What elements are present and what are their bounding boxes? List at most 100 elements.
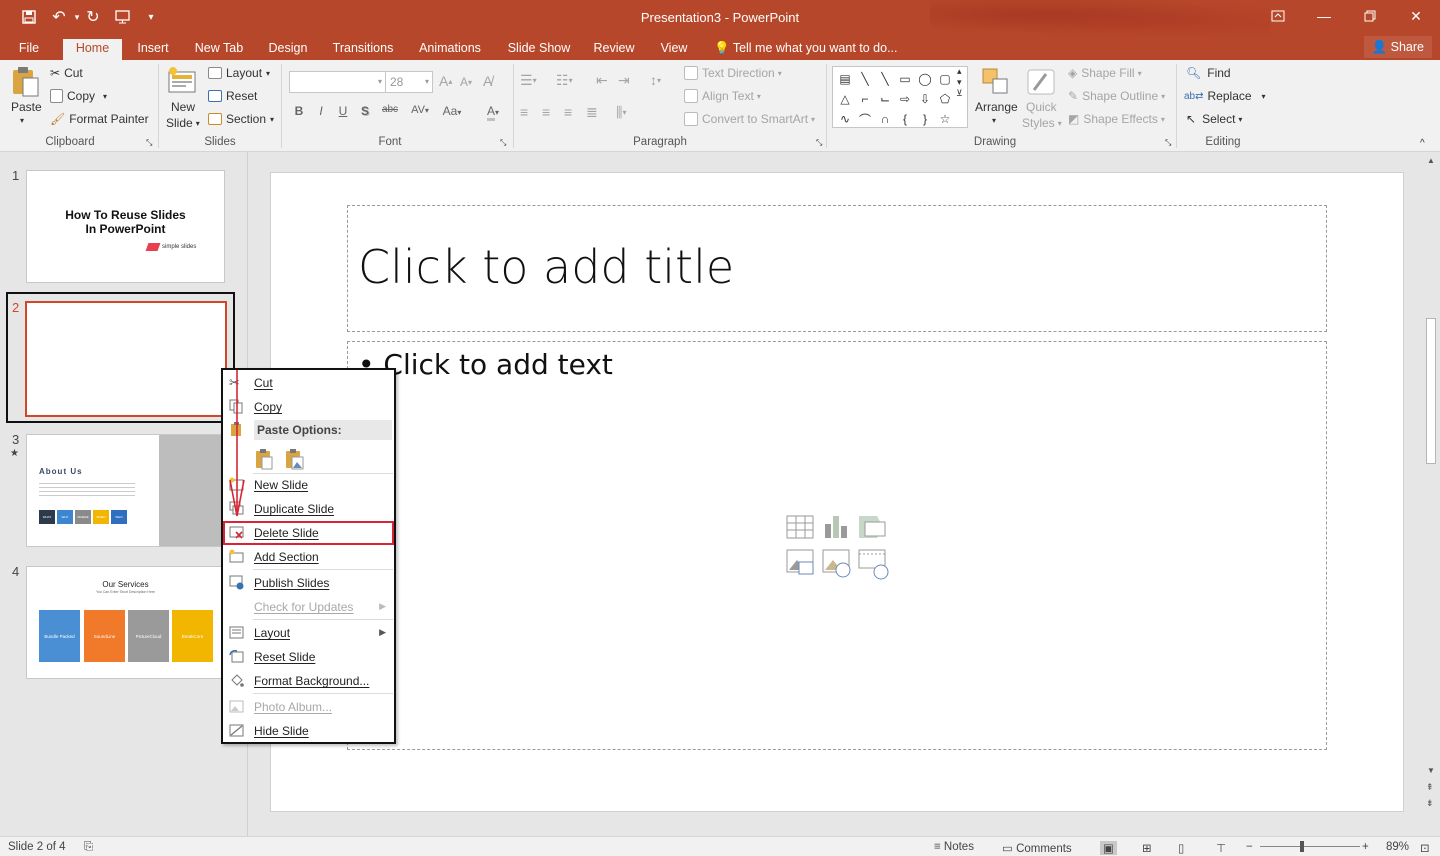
font-name-combo[interactable]: ▾: [289, 71, 386, 93]
font-color-button[interactable]: A▾: [480, 104, 506, 121]
tab-transitions[interactable]: Transitions: [328, 39, 398, 60]
arrange-button[interactable]: Arrange: [975, 100, 1018, 114]
freeform-shape-icon[interactable]: ∩: [875, 109, 895, 129]
restore-icon[interactable]: [1350, 5, 1390, 27]
normal-view-icon[interactable]: ▣: [1100, 841, 1117, 855]
insert-video-icon[interactable]: [858, 549, 889, 580]
scroll-down-icon[interactable]: ▼: [1427, 766, 1435, 775]
tab-new-tab[interactable]: New Tab: [190, 39, 248, 60]
font-launcher-icon[interactable]: ⤡: [500, 138, 506, 148]
menu-item-cut[interactable]: ✂ Cut: [223, 371, 394, 395]
brace-close-shape-icon[interactable]: }: [915, 109, 935, 129]
pentagon-shape-icon[interactable]: ⬠: [935, 89, 955, 109]
vertical-scrollbar[interactable]: ▲ ▼ ⇞ ⇟: [1423, 152, 1440, 836]
new-slide-button[interactable]: Slide ▾: [166, 116, 200, 130]
copy-button[interactable]: Copy ▾: [50, 89, 107, 103]
drawing-launcher-icon[interactable]: ⤡: [1165, 138, 1171, 148]
content-placeholder[interactable]: • Click to add text: [347, 341, 1327, 750]
format-painter-button[interactable]: 🖌 Format Painter: [50, 112, 149, 126]
zoom-slider[interactable]: [1260, 846, 1360, 847]
share-button[interactable]: 👤 Share: [1363, 36, 1432, 58]
change-case-button[interactable]: Aa▾: [437, 104, 467, 118]
rounded-rect-shape-icon[interactable]: ▢: [935, 69, 955, 89]
insert-table-icon[interactable]: [786, 515, 814, 539]
copy-dropdown-icon[interactable]: ▾: [103, 92, 107, 101]
arc-shape-icon[interactable]: ⌒: [855, 109, 875, 129]
ribbon-display-options-icon[interactable]: [1258, 5, 1298, 27]
rectangle-shape-icon[interactable]: ▭: [895, 69, 915, 89]
connector-shape-icon[interactable]: ⌐: [855, 89, 875, 109]
tab-review[interactable]: Review: [588, 39, 640, 60]
shadow-button[interactable]: S: [356, 104, 374, 118]
strikethrough-button[interactable]: abc: [378, 104, 402, 115]
shapes-gallery-scroll[interactable]: ▴ ▾ ⊻: [956, 66, 963, 99]
bullets-icon[interactable]: ☰ ▾: [520, 72, 537, 89]
curve-shape-icon[interactable]: ∿: [835, 109, 855, 129]
minimize-icon[interactable]: —: [1304, 5, 1344, 27]
collapse-ribbon-icon[interactable]: ^: [1420, 138, 1425, 149]
section-button[interactable]: Section ▾: [208, 112, 274, 126]
menu-item-layout[interactable]: Layout ▶: [223, 621, 394, 645]
notes-button[interactable]: ≡ Notes: [934, 841, 974, 853]
quick-styles-label-1[interactable]: Quick: [1026, 100, 1057, 114]
tab-file[interactable]: File: [10, 39, 48, 60]
cut-button[interactable]: ✂ Cut: [50, 66, 83, 80]
tab-design[interactable]: Design: [262, 39, 314, 60]
clear-formatting-icon[interactable]: A̸: [483, 73, 492, 89]
convert-smartart-button[interactable]: Convert to SmartArt ▾: [684, 112, 815, 126]
zoom-slider-thumb[interactable]: [1300, 841, 1304, 852]
close-icon[interactable]: ✕: [1396, 5, 1436, 27]
line-shape-icon[interactable]: ╲: [855, 69, 875, 89]
layout-button[interactable]: Layout ▾: [208, 66, 270, 80]
tab-insert[interactable]: Insert: [130, 39, 176, 60]
bold-button[interactable]: B: [290, 104, 308, 118]
grow-font-icon[interactable]: A ▴: [439, 73, 452, 89]
line-shape-icon[interactable]: ╲: [875, 69, 895, 89]
align-left-icon[interactable]: ≡: [520, 104, 528, 120]
menu-item-format-background[interactable]: Format Background...: [223, 669, 394, 693]
paste-use-destination-theme-icon[interactable]: [253, 448, 275, 470]
italic-button[interactable]: I: [312, 104, 330, 118]
insert-chart-icon[interactable]: [825, 516, 847, 538]
line-spacing-icon[interactable]: ↕ ▾: [650, 72, 661, 88]
menu-item-add-section[interactable]: Add Section: [223, 545, 394, 569]
clipboard-launcher-icon[interactable]: ⤡: [146, 138, 152, 148]
align-right-icon[interactable]: ≡: [564, 104, 572, 120]
tab-slide-show[interactable]: Slide Show: [502, 39, 576, 60]
slide-sorter-icon[interactable]: ⊞: [1142, 841, 1152, 855]
select-button[interactable]: ↖ Select ▾: [1186, 112, 1242, 126]
right-arrow-shape-icon[interactable]: ⇨: [895, 89, 915, 109]
shape-effects-button[interactable]: ◩ Shape Effects ▾: [1068, 112, 1165, 126]
arrange-icon[interactable]: [980, 66, 1012, 98]
brace-open-shape-icon[interactable]: {: [895, 109, 915, 129]
character-spacing-button[interactable]: AV▾: [406, 104, 434, 116]
fit-slide-icon[interactable]: ⊡: [1420, 841, 1430, 855]
down-arrow-shape-icon[interactable]: ⇩: [915, 89, 935, 109]
new-slide-icon[interactable]: [167, 66, 199, 98]
tab-home[interactable]: Home: [63, 39, 122, 60]
paste-icon[interactable]: [9, 66, 41, 98]
reset-button[interactable]: Reset: [208, 89, 257, 103]
slide-thumbnail-3[interactable]: About Us WHAT WHY WHERE WHEN WHO: [26, 434, 225, 547]
find-button[interactable]: 🔍︎ Find: [1186, 66, 1231, 80]
star-shape-icon[interactable]: ☆: [935, 109, 955, 129]
justify-icon[interactable]: ≣: [586, 104, 598, 121]
increase-indent-icon[interactable]: ⇥: [618, 72, 630, 89]
paste-picture-icon[interactable]: [283, 448, 305, 470]
align-text-button[interactable]: Align Text ▾: [684, 89, 761, 103]
paragraph-launcher-icon[interactable]: ⤡: [816, 138, 822, 148]
spell-check-icon[interactable]: ⎘: [84, 841, 93, 854]
insert-smartart-icon[interactable]: [859, 516, 886, 538]
shape-fill-button[interactable]: ◈ Shape Fill ▾: [1068, 66, 1142, 80]
title-placeholder[interactable]: Click to add title: [347, 205, 1327, 332]
align-center-icon[interactable]: ≡: [542, 104, 550, 120]
slide-thumbnail-2[interactable]: [25, 301, 227, 417]
triangle-shape-icon[interactable]: △: [835, 89, 855, 109]
shapes-gallery[interactable]: ▤ ╲ ╲ ▭ ◯ ▢ △ ⌐ ⌙ ⇨ ⇩ ⬠ ∿ ⌒ ∩ { } ☆: [832, 66, 968, 128]
menu-item-copy[interactable]: Copy: [223, 395, 394, 419]
comments-button[interactable]: ▭ Comments: [1002, 841, 1072, 855]
menu-item-hide-slide[interactable]: Hide Slide: [223, 719, 394, 743]
quick-styles-icon[interactable]: [1026, 66, 1058, 98]
decrease-indent-icon[interactable]: ⇤: [596, 72, 608, 89]
shape-outline-button[interactable]: ✎ Shape Outline ▾: [1068, 89, 1165, 103]
